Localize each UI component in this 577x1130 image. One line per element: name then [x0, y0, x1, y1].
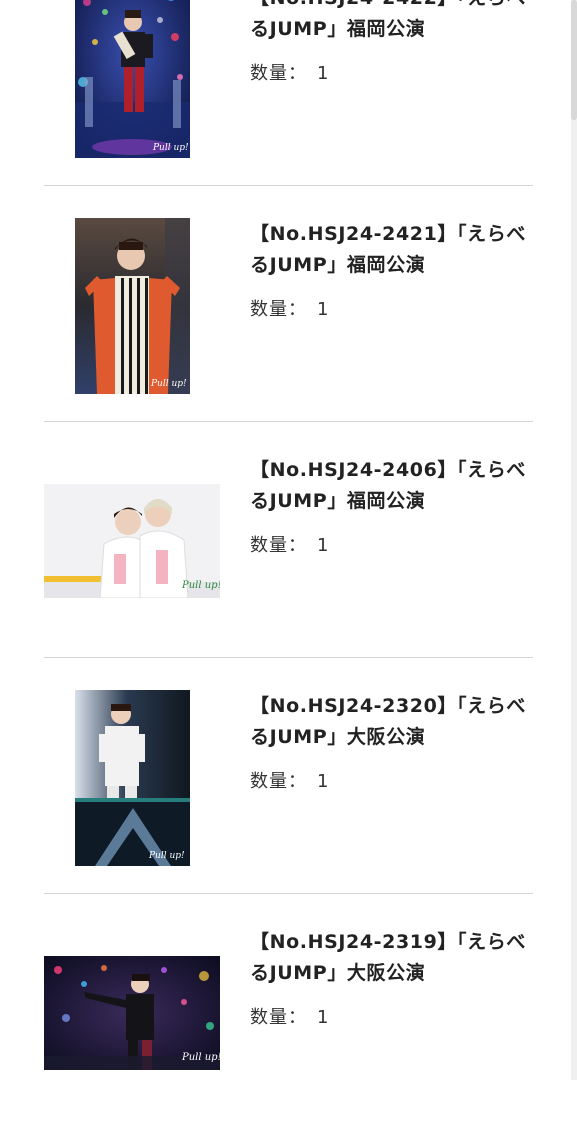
item-quantity: 数量： 1	[250, 531, 528, 557]
item-quantity: 数量： 1	[250, 59, 528, 85]
product-photo[interactable]: Pull up!	[44, 956, 220, 1070]
item-title[interactable]: 【No.HSJ24-2319】「えらべるJUMP」大阪公演	[250, 927, 528, 989]
scrollbar-thumb[interactable]	[571, 0, 577, 120]
quantity-value: 1	[317, 299, 330, 320]
cart-item: Pull up! 【No.HSJ24-2422】「えらべるJUMP」福岡公演 数…	[44, 0, 533, 186]
cart-item: Pull up! 【No.HSJ24-2319】「えらべるJUMP」大阪公演 数…	[44, 894, 533, 1130]
quantity-value: 1	[317, 63, 330, 84]
item-quantity: 数量： 1	[250, 295, 528, 321]
cart-item: Pull up! 【No.HSJ24-2320】「えらべるJUMP」大阪公演 数…	[44, 658, 533, 894]
quantity-value: 1	[317, 771, 330, 792]
item-title[interactable]: 【No.HSJ24-2421】「えらべるJUMP」福岡公演	[250, 219, 528, 281]
image-mark: Pull up!	[181, 1052, 220, 1063]
cart-item-list: Pull up! 【No.HSJ24-2422】「えらべるJUMP」福岡公演 数…	[44, 0, 533, 1130]
item-info: 【No.HSJ24-2422】「えらべるJUMP」福岡公演 数量： 1	[250, 0, 528, 85]
item-title[interactable]: 【No.HSJ24-2320】「えらべるJUMP」大阪公演	[250, 691, 528, 753]
product-photo[interactable]: Pull up!	[44, 484, 220, 598]
item-info: 【No.HSJ24-2421】「えらべるJUMP」福岡公演 数量： 1	[250, 219, 528, 321]
quantity-label: 数量：	[250, 63, 307, 84]
item-info: 【No.HSJ24-2406】「えらべるJUMP」福岡公演 数量： 1	[250, 455, 528, 557]
page-scrollbar[interactable]	[571, 0, 577, 1080]
image-mark: Pull up!	[152, 143, 189, 153]
image-mark: Pull up!	[150, 379, 187, 389]
product-photo[interactable]: Pull up!	[75, 0, 190, 158]
item-info: 【No.HSJ24-2319】「えらべるJUMP」大阪公演 数量： 1	[250, 927, 528, 1029]
quantity-label: 数量：	[250, 535, 307, 556]
product-photo[interactable]: Pull up!	[75, 690, 190, 866]
quantity-label: 数量：	[250, 771, 307, 792]
cart-item: Pull up! 【No.HSJ24-2406】「えらべるJUMP」福岡公演 数…	[44, 422, 533, 658]
item-quantity: 数量： 1	[250, 1003, 528, 1029]
quantity-value: 1	[317, 1007, 330, 1028]
item-quantity: 数量： 1	[250, 767, 528, 793]
item-title[interactable]: 【No.HSJ24-2422】「えらべるJUMP」福岡公演	[250, 0, 528, 45]
cart-item: Pull up! 【No.HSJ24-2421】「えらべるJUMP」福岡公演 数…	[44, 186, 533, 422]
quantity-value: 1	[317, 535, 330, 556]
quantity-label: 数量：	[250, 299, 307, 320]
item-title[interactable]: 【No.HSJ24-2406】「えらべるJUMP」福岡公演	[250, 455, 528, 517]
image-mark: Pull up!	[181, 580, 220, 591]
product-photo[interactable]: Pull up!	[75, 218, 190, 394]
item-info: 【No.HSJ24-2320】「えらべるJUMP」大阪公演 数量： 1	[250, 691, 528, 793]
image-mark: Pull up!	[148, 851, 185, 861]
quantity-label: 数量：	[250, 1007, 307, 1028]
